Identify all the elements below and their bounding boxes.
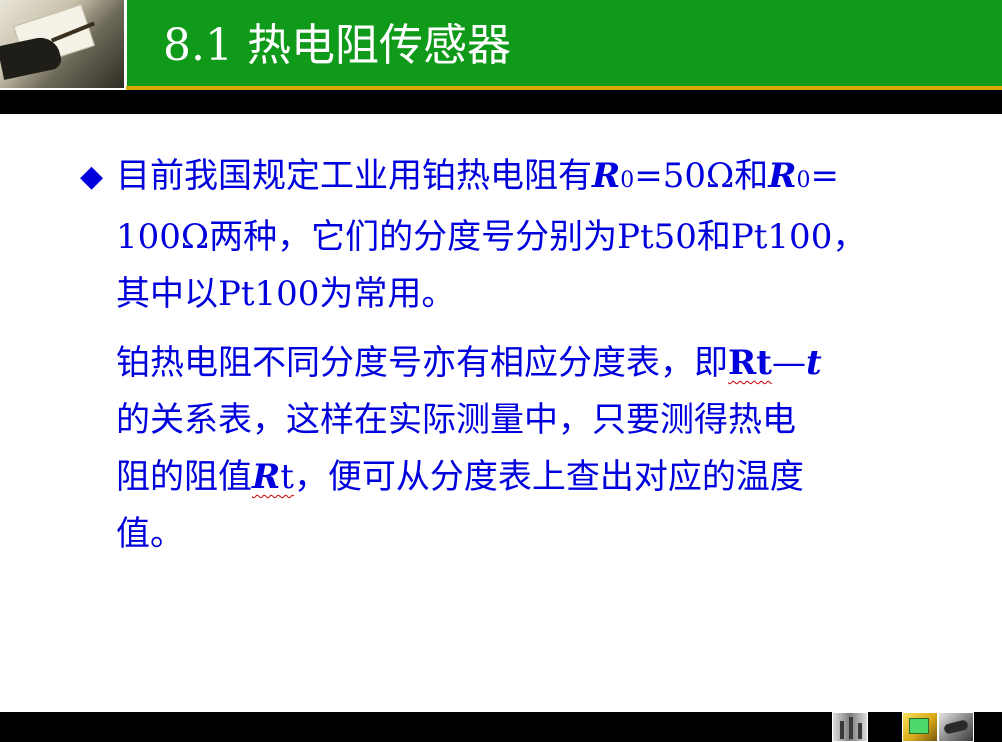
rt-resistance-symbol: Rt [252,457,294,497]
header-black-band [0,90,1002,114]
header-photo [0,0,126,88]
slide-title: 8.1 热电阻传感器 [163,20,511,71]
next-icon[interactable] [938,712,974,742]
paragraph-1-line-1: 目前我国规定工业用铂热电阻有R0=50Ω和R0= [116,156,839,196]
paragraph-2-line-2: 的关系表，这样在实际测量中，只要测得热电 [116,400,796,440]
diamond-bullet-icon: ◆ [80,159,104,194]
r-symbol: R [592,156,621,196]
paragraph-1-line-2: 100Ω两种，它们的分度号分别为Pt50和Pt100， [116,217,867,257]
r-symbol: R [768,156,797,196]
paragraph-2-line-4: 值。 [116,514,184,554]
paragraph-2: 铂热电阻不同分度号亦有相应分度表，即Rt—t 的关系表，这样在实际测量中，只要测… [80,335,940,563]
t-variable: t [805,343,822,383]
paragraph-2-line-3: 阻的阻值Rt，便可从分度表上查出对应的温度 [116,457,804,497]
paragraph-2-line-1: 铂热电阻不同分度号亦有相应分度表，即Rt—t [116,343,822,383]
home-icon[interactable] [832,712,868,742]
paragraph-1: ◆ 目前我国规定工业用铂热电阻有R0=50Ω和R0= 100Ω两种，它们的分度号… [80,148,940,323]
header-divider [124,0,127,88]
rt-symbol: Rt [728,343,772,383]
paragraph-1-line-3: 其中以Pt100为常用。 [116,274,456,314]
header-bar: 8.1 热电阻传感器 [0,0,1002,88]
slide-content: ◆ 目前我国规定工业用铂热电阻有R0=50Ω和R0= 100Ω两种，它们的分度号… [80,148,940,563]
back-icon[interactable] [902,712,938,742]
